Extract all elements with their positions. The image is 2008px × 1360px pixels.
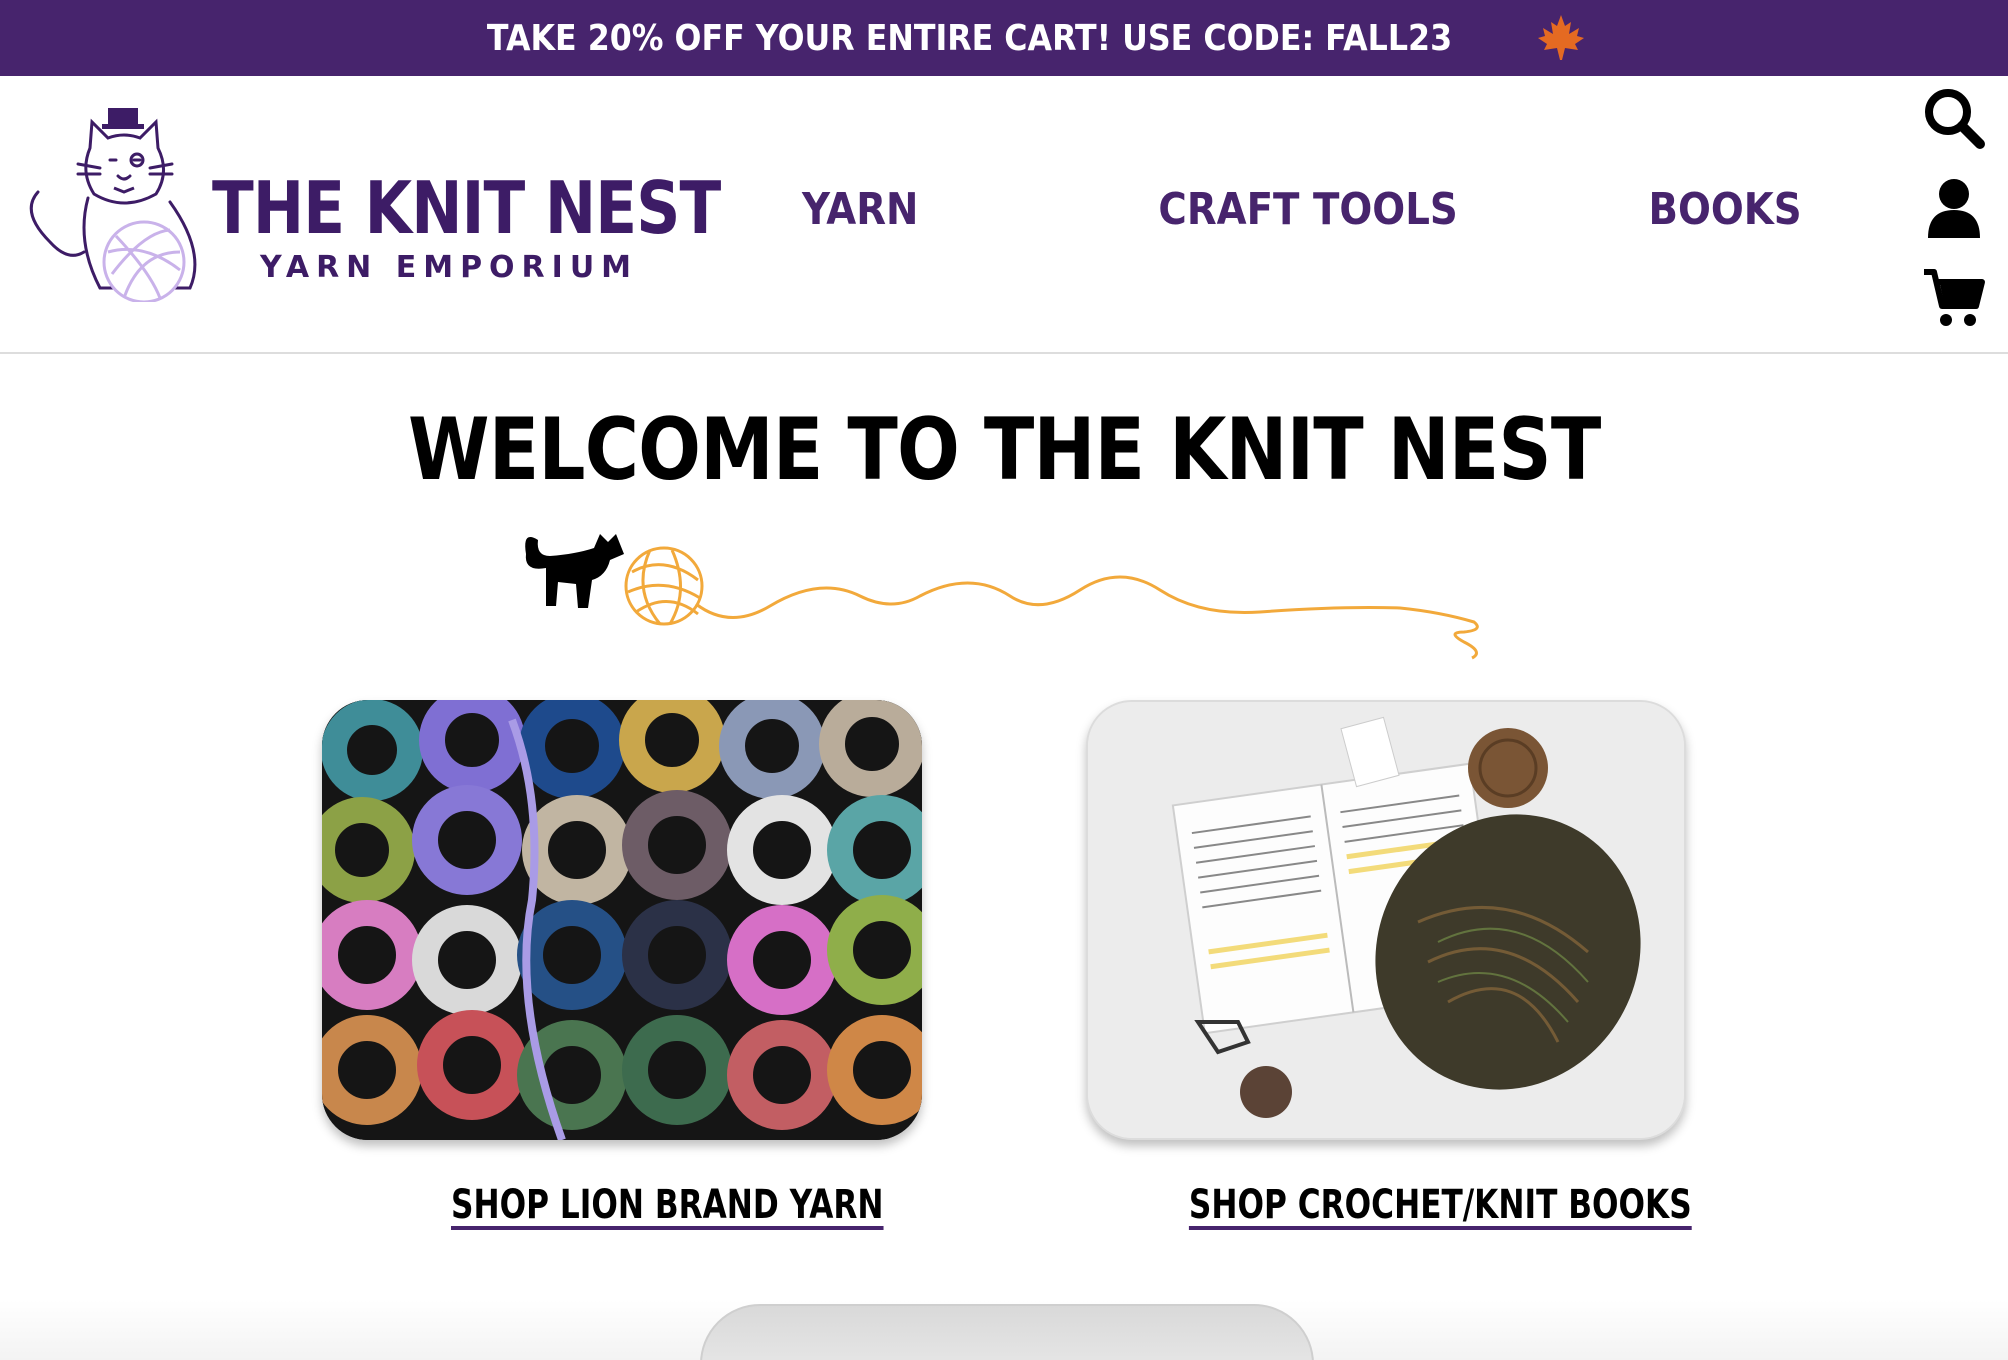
yarn-spools-photo (322, 700, 922, 1140)
promo-banner: TAKE 20% OFF YOUR ENTIRE CART! USE CODE:… (0, 0, 2008, 76)
promo-text: TAKE 20% OFF YOUR ENTIRE CART! USE CODE:… (486, 17, 1452, 59)
book-and-knitting-photo (1088, 702, 1684, 1138)
next-section-card[interactable] (700, 1304, 1314, 1360)
nav-yarn[interactable]: YARN (802, 184, 919, 235)
cat-logo-icon (29, 108, 197, 302)
books-knitting-image[interactable] (1086, 700, 1686, 1140)
account-icon[interactable] (1922, 176, 1986, 240)
logo-title: THE KNIT NEST (212, 166, 721, 250)
cat-yarn-divider-icon (525, 534, 1479, 660)
cart-icon[interactable] (1922, 266, 1986, 330)
nav-books[interactable]: BOOKS (1648, 184, 1801, 235)
logo-subtitle: YARN EMPORIUM (260, 250, 639, 285)
yarn-spools-image[interactable] (322, 700, 922, 1140)
shop-crochet-knit-books-link[interactable]: SHOP CROCHET/KNIT BOOKS (1189, 1182, 1692, 1228)
site-logo[interactable]: THE KNIT NEST YARN EMPORIUM (20, 102, 721, 302)
shop-lion-brand-yarn-link[interactable]: SHOP LION BRAND YARN (451, 1182, 884, 1228)
search-icon[interactable] (1922, 86, 1986, 150)
welcome-heading: WELCOME TO THE KNIT NEST (407, 400, 1601, 500)
maple-leaf-icon (1538, 15, 1585, 60)
nav-craft-tools[interactable]: CRAFT TOOLS (1158, 184, 1457, 235)
site-header: THE KNIT NEST YARN EMPORIUM YARN CRAFT T… (0, 76, 2008, 354)
